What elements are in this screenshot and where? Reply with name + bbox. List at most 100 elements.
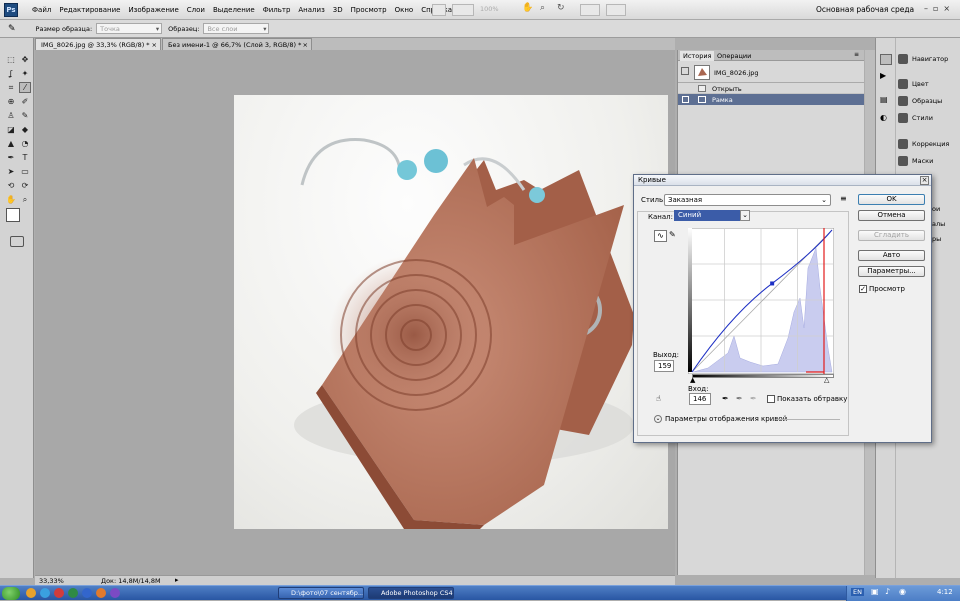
hand-icon[interactable]: ✋ [522, 3, 534, 15]
history-state-marker-icon[interactable] [682, 96, 689, 103]
curve-pencil-mode-icon[interactable]: ✎ [669, 230, 679, 242]
paths-panel-tab[interactable]: ры [932, 235, 941, 243]
curve-point-mode-icon[interactable]: ∿ [654, 230, 667, 242]
history-dock-icon[interactable] [880, 54, 892, 65]
document-image[interactable] [234, 95, 668, 529]
taskbar-folder-window[interactable]: D:\фото\07 сентябр... [278, 587, 364, 599]
eraser-tool-icon[interactable]: ◪ [5, 124, 17, 135]
tab-actions[interactable]: Операции [714, 51, 754, 61]
zoom-level-select[interactable]: 100% [480, 5, 499, 13]
quicklaunch-icon[interactable] [26, 588, 36, 598]
zoom-tool-icon[interactable]: ⌕ [19, 194, 31, 205]
history-step[interactable]: Открыть [678, 83, 864, 94]
view-extras-button[interactable] [452, 4, 474, 16]
status-menu-arrow-icon[interactable]: ▸ [175, 576, 179, 584]
dodge-tool-icon[interactable]: ◔ [19, 138, 31, 149]
dialog-close-button[interactable]: × [920, 176, 929, 185]
move-tool-icon[interactable]: ✥ [19, 54, 31, 65]
history-brush-tool-icon[interactable]: ✎ [19, 110, 31, 121]
ok-button[interactable]: OK [858, 194, 925, 205]
quicklaunch-icon[interactable] [96, 588, 106, 598]
history-snapshot[interactable]: IMG_8026.jpg [678, 63, 864, 83]
screen-mode-button[interactable] [606, 4, 626, 16]
rotate-view-icon[interactable]: ↻ [557, 3, 569, 15]
options-button[interactable]: Параметры... [858, 266, 925, 277]
path-selection-tool-icon[interactable]: ➤ [5, 166, 17, 177]
style-select[interactable]: Заказная ⌄ [664, 194, 831, 206]
workspace-switcher[interactable]: Основная рабочая среда [816, 5, 914, 14]
smooth-button[interactable]: Сгладить [858, 230, 925, 241]
channels-panel-tab[interactable]: алы [932, 220, 945, 228]
menu-analysis[interactable]: Анализ [294, 6, 328, 14]
menu-layers[interactable]: Слои [183, 6, 209, 14]
blur-tool-icon[interactable]: ▲ [5, 138, 17, 149]
black-point-slider-icon[interactable]: ▲ [690, 376, 695, 384]
sample-size-select[interactable]: Точка [96, 23, 163, 34]
white-point-eyedropper-icon[interactable]: ✒ [750, 394, 757, 403]
menu-view[interactable]: Просмотр [347, 6, 391, 14]
magic-wand-tool-icon[interactable]: ✦ [19, 68, 31, 79]
quicklaunch-icon[interactable] [82, 588, 92, 598]
menu-select[interactable]: Выделение [209, 6, 259, 14]
gray-point-eyedropper-icon[interactable]: ✒ [736, 394, 743, 403]
quicklaunch-icon[interactable] [68, 588, 78, 598]
snapshot-brush-source-icon[interactable] [681, 67, 689, 75]
pen-tool-icon[interactable]: ✒ [5, 152, 17, 163]
auto-button[interactable]: Авто [858, 250, 925, 261]
curve-control-point[interactable] [770, 281, 775, 286]
start-button[interactable] [2, 587, 20, 600]
quicklaunch-icon[interactable] [110, 588, 120, 598]
healing-brush-tool-icon[interactable]: ⊕ [5, 96, 17, 107]
menu-file[interactable]: Файл [28, 6, 55, 14]
eyedropper-tool-icon-active[interactable]: ⁄ [19, 82, 31, 93]
show-clipping-checkbox[interactable] [767, 395, 775, 403]
crop-tool-icon[interactable]: ⌗ [5, 82, 17, 93]
language-indicator[interactable]: EN [851, 588, 864, 596]
quicklaunch-icon[interactable] [54, 588, 64, 598]
taskbar-photoshop-window[interactable]: Adobe Photoshop CS4... [368, 587, 454, 599]
bridge-button[interactable] [432, 4, 446, 16]
panel-menu-icon[interactable]: ≡ [854, 51, 859, 58]
white-point-slider-icon[interactable]: △ [824, 376, 829, 384]
menu-filter[interactable]: Фильтр [259, 6, 295, 14]
layers-dock-icon[interactable]: ▤ [880, 95, 892, 105]
quick-mask-icon[interactable] [10, 236, 24, 247]
menu-edit[interactable]: Редактирование [55, 6, 124, 14]
curve-graph[interactable] [688, 228, 834, 374]
tray-antivirus-icon[interactable]: ◉ [899, 587, 906, 596]
swatches-panel-tab[interactable]: Образцы [898, 94, 959, 108]
masks-panel-tab[interactable]: Маски [898, 154, 959, 168]
eyedropper-tool-icon[interactable]: ✎ [8, 24, 16, 34]
menu-3d[interactable]: 3D [329, 6, 347, 14]
input-field[interactable]: 146 [689, 393, 711, 405]
cancel-button[interactable]: Отмена [858, 210, 925, 221]
preset-options-icon[interactable]: ≡ [840, 194, 847, 203]
zoom-readout[interactable]: 33,33% [39, 577, 64, 585]
expand-options-icon[interactable]: ⌄ [654, 415, 662, 423]
tray-network-icon[interactable]: ▣ [871, 587, 879, 596]
3d-orbit-tool-icon[interactable]: ⟳ [19, 180, 31, 191]
clone-stamp-tool-icon[interactable]: ♙ [5, 110, 17, 121]
window-controls[interactable]: –▫× [924, 4, 960, 16]
channel-select[interactable]: Синий ⌄ [674, 210, 750, 221]
lasso-tool-icon[interactable]: ʆ [5, 68, 17, 79]
preview-checkbox[interactable]: ✓ [859, 285, 867, 293]
target-adjust-icon[interactable]: ☝ [656, 394, 661, 403]
channels-dock-icon[interactable]: ◐ [880, 113, 892, 123]
hand-tool-icon[interactable]: ✋ [5, 194, 17, 205]
zoom-icon[interactable]: ⌕ [540, 3, 552, 15]
styles-panel-tab[interactable]: Стили [898, 111, 959, 125]
layers-panel-tab[interactable]: ои [932, 205, 940, 213]
tab-img-8026[interactable]: IMG_8026.jpg @ 33,3% (RGB/8) * × [35, 38, 161, 50]
arrange-documents-button[interactable] [580, 4, 600, 16]
tab-untitled-1[interactable]: Без имени-1 @ 66,7% (Слой 3, RGB/8) * × [162, 38, 312, 50]
foreground-color-swatch[interactable] [6, 208, 20, 222]
brush-tool-icon[interactable]: ✐ [19, 96, 31, 107]
sample-select[interactable]: Все слои [203, 23, 270, 34]
tray-volume-icon[interactable]: ♪ [885, 587, 890, 596]
paint-bucket-tool-icon[interactable]: ◆ [19, 124, 31, 135]
navigator-panel-tab[interactable]: Навигатор [898, 52, 959, 66]
display-options-label[interactable]: Параметры отображения кривой [665, 415, 787, 423]
rectangle-tool-icon[interactable]: ▭ [19, 166, 31, 177]
marquee-tool-icon[interactable]: ⬚ [5, 54, 17, 65]
